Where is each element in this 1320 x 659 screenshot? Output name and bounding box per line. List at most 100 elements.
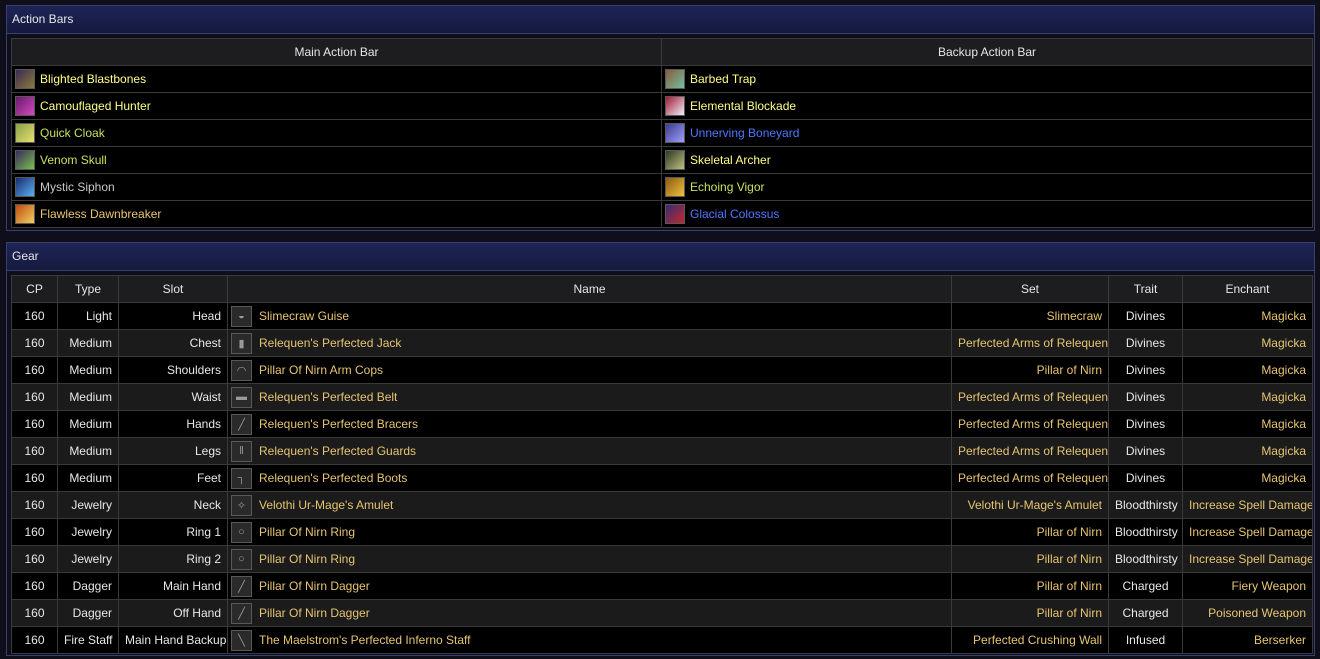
main-skill[interactable]: Mystic Siphon [15,175,658,200]
set-cell[interactable]: Pillar of Nirn [951,518,1109,546]
set-cell[interactable]: Perfected Arms of Relequen [951,437,1109,465]
backup-skill-name[interactable]: Glacial Colossus [690,207,779,221]
item-name-link[interactable]: Pillar Of Nirn Ring [259,552,355,566]
backup-skill-cell: Glacial Colossus [661,200,1313,228]
ring-icon: ○ [231,548,252,570]
type-cell: Medium [57,356,119,384]
bracers-icon: ╱ [231,413,252,435]
set-cell[interactable]: Slimecraw [951,302,1109,330]
main-skill-cell: Blighted Blastbones [11,65,662,93]
item-name-link[interactable]: Velothi Ur-Mage's Amulet [259,498,393,512]
enchant-cell: Magicka [1182,329,1313,357]
name-cell: ◒ Slimecraw Guise [227,302,952,330]
siphon-icon [15,177,35,197]
enchant-cell: Magicka [1182,437,1313,465]
type-cell: Dagger [57,572,119,600]
backup-skill-name[interactable]: Elemental Blockade [690,99,796,113]
item-name-wrap: ╱ Relequen's Perfected Bracers [231,412,948,437]
trait-cell: Divines [1108,356,1183,384]
cp-cell: 160 [11,464,58,492]
backup-skill-name[interactable]: Barbed Trap [690,72,756,86]
gear-row: 160 Medium Legs ‖ Relequen's Perfected Guard… [11,437,1313,465]
main-skill-cell: Mystic Siphon [11,173,662,201]
set-cell[interactable]: Pillar of Nirn [951,599,1109,627]
enchant-cell: Poisoned Weapon [1182,599,1313,627]
vigor-icon [665,177,685,197]
trait-cell: Bloodthirsty [1108,491,1183,519]
item-name-link[interactable]: Pillar Of Nirn Arm Cops [259,363,383,377]
trait-cell: Divines [1108,302,1183,330]
gear-row: 160 Medium Shoulders ◠ Pillar Of Nirn Arm Co… [11,356,1313,384]
item-name-link[interactable]: The Maelstrom's Perfected Inferno Staff [259,633,471,647]
backup-skill[interactable]: Echoing Vigor [665,175,1309,200]
item-name-wrap: ‖ Relequen's Perfected Guards [231,439,948,464]
slot-cell: Neck [118,491,228,519]
set-cell[interactable]: Perfected Crushing Wall [951,626,1109,654]
item-name-link[interactable]: Relequen's Perfected Jack [259,336,401,350]
action-bar-row: Blighted Blastbones Barbed Trap [11,65,1313,93]
main-skill-name[interactable]: Mystic Siphon [40,180,115,194]
item-name-link[interactable]: Pillar Of Nirn Dagger [259,606,370,620]
set-cell[interactable]: Velothi Ur-Mage's Amulet [951,491,1109,519]
backup-skill-name[interactable]: Skeletal Archer [690,153,771,167]
enchant-cell: Magicka [1182,410,1313,438]
backup-skill-cell: Barbed Trap [661,65,1313,93]
backup-skill-cell: Elemental Blockade [661,92,1313,120]
main-skill-name[interactable]: Venom Skull [40,153,107,167]
type-cell: Jewelry [57,491,119,519]
trait-cell: Divines [1108,464,1183,492]
item-name-link[interactable]: Relequen's Perfected Guards [259,444,416,458]
main-skill-name[interactable]: Flawless Dawnbreaker [40,207,161,221]
set-cell[interactable]: Pillar of Nirn [951,356,1109,384]
backup-skill[interactable]: Glacial Colossus [665,202,1309,227]
trap-icon [665,69,685,89]
blockade-icon [665,96,685,116]
backup-skill[interactable]: Elemental Blockade [665,94,1309,119]
item-name-link[interactable]: Slimecraw Guise [259,309,349,323]
item-name-link[interactable]: Relequen's Perfected Boots [259,471,407,485]
main-skill[interactable]: Flawless Dawnbreaker [15,202,658,227]
type-cell: Medium [57,437,119,465]
backup-skill[interactable]: Skeletal Archer [665,148,1309,173]
item-name-link[interactable]: Pillar Of Nirn Ring [259,525,355,539]
main-skill[interactable]: Camouflaged Hunter [15,94,658,119]
item-name-link[interactable]: Relequen's Perfected Belt [259,390,397,404]
set-cell[interactable]: Perfected Arms of Relequen [951,410,1109,438]
main-skill[interactable]: Quick Cloak [15,121,658,146]
set-cell[interactable]: Pillar of Nirn [951,572,1109,600]
backup-skill-name[interactable]: Echoing Vigor [690,180,765,194]
boneyard-icon [665,123,685,143]
main-skill-cell: Venom Skull [11,146,662,174]
item-name-link[interactable]: Relequen's Perfected Bracers [259,417,418,431]
item-name-wrap: ▮ Relequen's Perfected Jack [231,331,948,356]
set-cell[interactable]: Perfected Arms of Relequen [951,329,1109,357]
backup-skill-cell: Echoing Vigor [661,173,1313,201]
type-cell: Medium [57,464,119,492]
cp-cell: 160 [11,302,58,330]
action-bars-body: Blighted Blastbones Barbed Trap Camouflage… [11,65,1313,228]
gear-row: 160 Jewelry Ring 2 ○ Pillar Of Nirn Ring Pill… [11,545,1313,573]
main-skill-name[interactable]: Camouflaged Hunter [40,99,151,113]
item-name-link[interactable]: Pillar Of Nirn Dagger [259,579,370,593]
backup-skill[interactable]: Unnerving Boneyard [665,121,1309,146]
enchant-cell: Magicka [1182,383,1313,411]
ring-icon: ○ [231,521,252,543]
trait-cell: Bloodthirsty [1108,545,1183,573]
backup-skill[interactable]: Barbed Trap [665,67,1309,92]
main-skill[interactable]: Venom Skull [15,148,658,173]
backup-action-bar-header: Backup Action Bar [661,38,1313,66]
gear-row: 160 Light Head ◒ Slimecraw Guise Slimecraw Div… [11,302,1313,330]
main-skill-name[interactable]: Quick Cloak [40,126,105,140]
type-cell: Medium [57,410,119,438]
main-skill-name[interactable]: Blighted Blastbones [40,72,146,86]
set-cell[interactable]: Perfected Arms of Relequen [951,464,1109,492]
backup-skill-name[interactable]: Unnerving Boneyard [690,126,799,140]
enchant-cell: Magicka [1182,356,1313,384]
set-cell[interactable]: Perfected Arms of Relequen [951,383,1109,411]
type-cell: Medium [57,383,119,411]
cp-cell: 160 [11,491,58,519]
col-set: Set [951,275,1109,303]
set-cell[interactable]: Pillar of Nirn [951,545,1109,573]
main-skill[interactable]: Blighted Blastbones [15,67,658,92]
chest-armor-icon: ▮ [231,332,252,354]
